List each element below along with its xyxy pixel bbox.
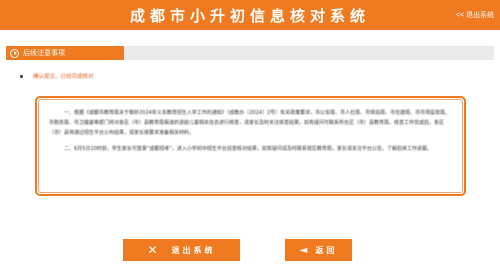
- notice-content: 一、根据《成都市教育局关于做好2024年义务教育招生入学工作的通知》（成教办〔2…: [38, 99, 463, 193]
- exit-system-button[interactable]: ✕ 退出系统: [123, 239, 240, 261]
- notice-paragraph-2: 二、6月5日10时前，学生家长可登录“成都招考”，进入小学初中招生平台自查核对结…: [64, 146, 432, 152]
- section-tab: 后续注意事项: [6, 46, 124, 60]
- exit-system-label: 退出系统: [171, 245, 216, 255]
- back-label: 返回: [315, 245, 338, 255]
- notice-box: 一、根据《成都市教育局关于做好2024年义务教育招生入学工作的通知》（成教办〔2…: [35, 96, 466, 196]
- section-tab-label: 后续注意事项: [23, 49, 65, 57]
- app-header: 成都市小升初信息核对系统 << 退出系统: [0, 0, 500, 30]
- bullet-icon: [20, 74, 23, 78]
- play-circle-icon: [10, 48, 19, 58]
- back-button[interactable]: ◄ 返回: [285, 239, 352, 261]
- breadcrumb-text: 确认提交，已经完成核对: [33, 74, 94, 80]
- logout-link[interactable]: << 退出系统: [456, 10, 494, 20]
- notice-paragraph-1: 一、根据《成都市教育局关于做好2024年义务教育招生入学工作的通知》（成教办〔2…: [49, 110, 451, 136]
- section-bar: 后续注意事项: [6, 46, 494, 60]
- breadcrumb: 确认提交，已经完成核对: [20, 72, 94, 80]
- arrow-left-icon: ◄: [299, 244, 308, 256]
- page-title: 成都市小升初信息核对系统: [129, 7, 370, 25]
- close-icon: ✕: [147, 243, 158, 257]
